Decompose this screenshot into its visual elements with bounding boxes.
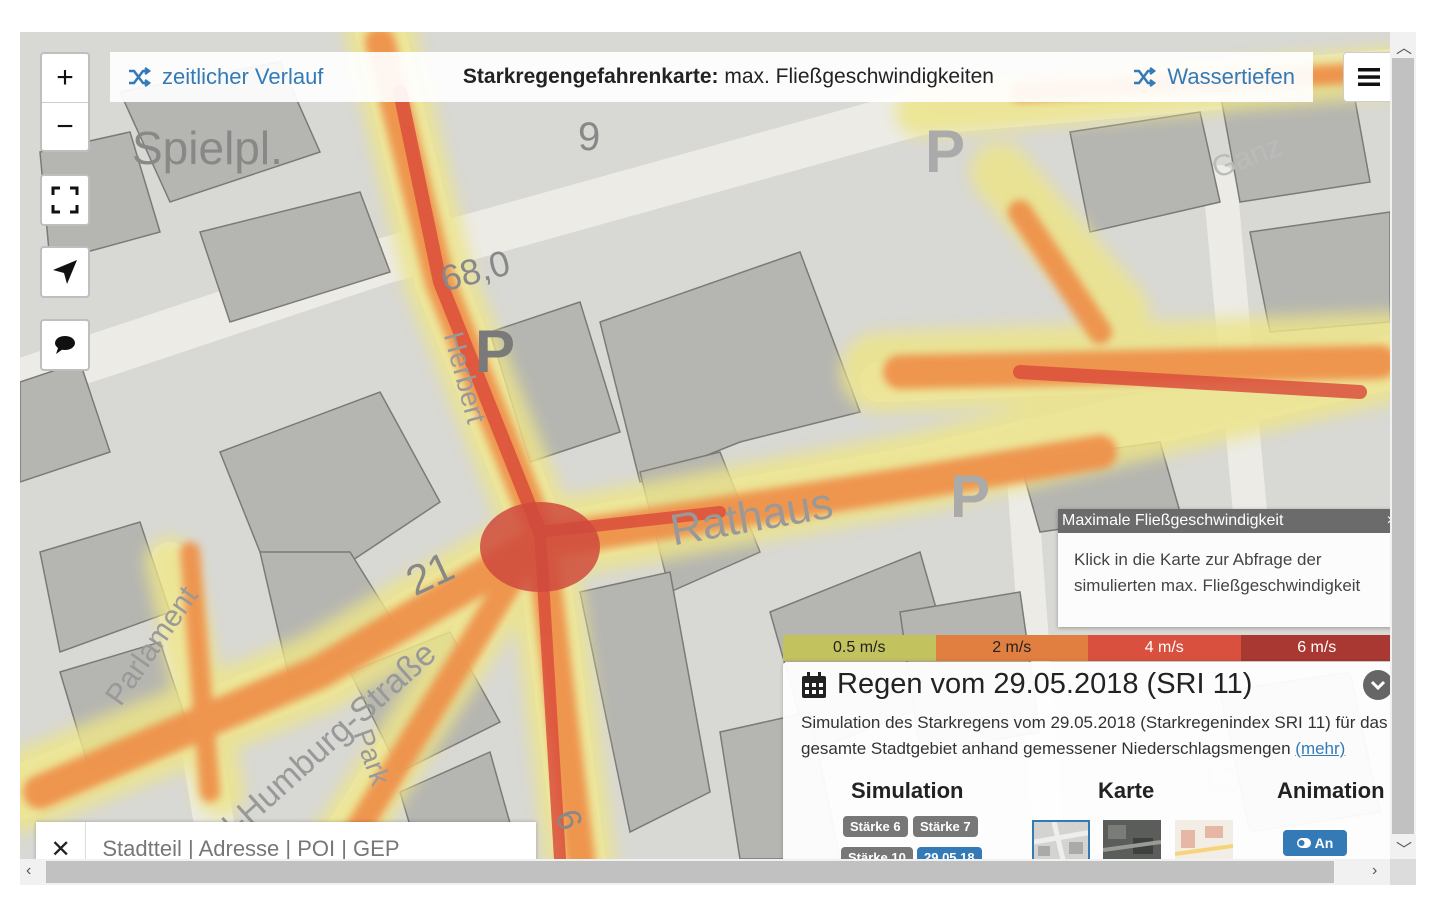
- zoom-in-button[interactable]: +: [42, 54, 88, 102]
- vertical-scrollbar[interactable]: ︿ ﹀: [1390, 32, 1416, 859]
- info-box-body: Klick in die Karte zur Abfrage der simul…: [1074, 550, 1361, 595]
- section-simulation: Simulation: [851, 778, 964, 803]
- search-input[interactable]: [86, 822, 536, 859]
- basemap-thumb-city[interactable]: [1032, 820, 1090, 859]
- tag-date[interactable]: 29.05.18: [917, 847, 982, 859]
- timeline-link[interactable]: zeitlicher Verlauf: [128, 64, 323, 90]
- basemap-thumb-aerial-image: [1103, 820, 1161, 859]
- scrollbar-corner: [1390, 859, 1416, 885]
- shuffle-icon: [1134, 67, 1157, 87]
- basemap-thumb-plan-image: [1175, 820, 1233, 859]
- hamburger-icon: [1358, 68, 1380, 86]
- scenario-title: Regen vom 29.05.2018 (SRI 11): [801, 668, 1252, 701]
- title-bar: zeitlicher Verlauf Starkregengefahrenkar…: [110, 52, 1313, 102]
- info-box: Maximale Fließgeschwindigkeit × Klick in…: [1058, 509, 1390, 627]
- zoom-control: + −: [40, 52, 90, 152]
- locate-button[interactable]: [42, 248, 88, 296]
- tag-staerke-7[interactable]: Stärke 7: [913, 816, 978, 837]
- page-title-rest: max. Fließgeschwindigkeiten: [718, 65, 994, 88]
- fullscreen-icon: [51, 186, 79, 214]
- scroll-left-icon[interactable]: ‹: [26, 862, 31, 880]
- info-box-title: Maximale Fließgeschwindigkeit: [1062, 512, 1284, 529]
- location-arrow-icon: [53, 260, 77, 284]
- page-title-bold: Starkregengefahrenkarte:: [462, 65, 719, 88]
- water-depth-link-label: Wassertiefen: [1167, 64, 1295, 89]
- zoom-out-button[interactable]: −: [42, 102, 88, 151]
- water-depth-link[interactable]: Wassertiefen: [1133, 64, 1295, 90]
- label-parking-2: P: [925, 118, 965, 185]
- animation-toggle[interactable]: An: [1283, 830, 1347, 856]
- section-animation: Animation: [1277, 778, 1385, 803]
- animation-toggle-label: An: [1314, 835, 1334, 851]
- velocity-legend: 0.5 m/s 2 m/s 4 m/s 6 m/s: [783, 635, 1390, 661]
- shuffle-icon: [129, 67, 152, 87]
- scenario-title-text: Regen vom 29.05.2018 (SRI 11): [837, 668, 1253, 700]
- legend-item-2: 4 m/s: [1088, 635, 1241, 661]
- label-num9: 9: [578, 115, 600, 159]
- section-karte: Karte: [1098, 778, 1155, 803]
- menu-button[interactable]: [1343, 52, 1390, 102]
- toggle-on-icon: [1296, 838, 1311, 848]
- legend-item-3: 6 m/s: [1240, 635, 1390, 661]
- tag-staerke-6[interactable]: Stärke 6: [843, 816, 908, 837]
- label-parking-3: P: [950, 463, 990, 530]
- search-clear-button[interactable]: ✕: [36, 822, 87, 859]
- vertical-scroll-thumb[interactable]: [1392, 58, 1414, 834]
- map-view[interactable]: Spielpl. 9 21 68,0 P P P Rathaus Parlame…: [20, 32, 1390, 859]
- legend-item-1: 2 m/s: [935, 635, 1088, 661]
- locate-control: [40, 246, 90, 298]
- scroll-up-icon[interactable]: ︿: [1396, 34, 1412, 58]
- basemap-thumb-aerial[interactable]: [1103, 820, 1161, 859]
- timeline-link-label: zeitlicher Verlauf: [162, 64, 324, 89]
- horizontal-scroll-thumb[interactable]: [46, 861, 1334, 883]
- fullscreen-control: [40, 174, 90, 226]
- comment-control: [40, 319, 90, 371]
- scroll-down-icon[interactable]: ﹀: [1396, 836, 1412, 860]
- scroll-right-icon[interactable]: ›: [1372, 862, 1377, 880]
- label-spielpl: Spielpl.: [132, 122, 283, 174]
- collapse-button[interactable]: [1363, 670, 1390, 700]
- basemap-thumb-plan[interactable]: [1175, 820, 1233, 859]
- scenario-description: Simulation des Starkregens vom 29.05.201…: [801, 710, 1390, 762]
- info-box-header: Maximale Fließgeschwindigkeit ×: [1058, 509, 1390, 533]
- horizontal-scrollbar[interactable]: ‹ ›: [20, 859, 1390, 885]
- legend-item-0: 0.5 m/s: [783, 635, 936, 661]
- calendar-icon: [802, 671, 826, 698]
- speech-bubble-icon: [55, 336, 75, 354]
- search-box: ✕: [36, 822, 536, 859]
- more-link[interactable]: (mehr): [1295, 739, 1345, 758]
- chevron-down-icon: [1370, 680, 1386, 691]
- fullscreen-button[interactable]: [42, 176, 88, 224]
- tag-staerke-10[interactable]: Stärke 10: [841, 847, 913, 859]
- comment-button[interactable]: [42, 321, 88, 369]
- basemap-thumb-city-image: [1034, 822, 1088, 859]
- page-title: Starkregengefahrenkarte: max. Fließgesch…: [463, 65, 994, 89]
- scenario-panel: Regen vom 29.05.2018 (SRI 11) Simulation…: [783, 662, 1390, 859]
